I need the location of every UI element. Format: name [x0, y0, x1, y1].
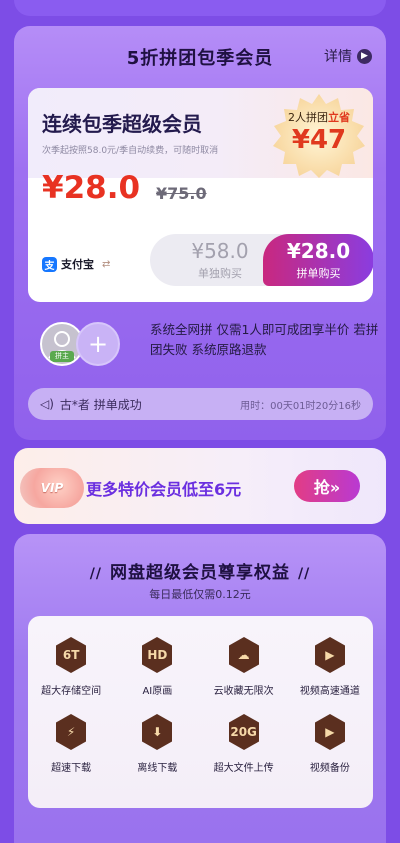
detail-link[interactable]: 详情 ▶: [324, 46, 372, 66]
swap-icon: ⇄: [102, 258, 111, 270]
benefit-label: 超大存储空间: [41, 686, 102, 697]
offer-subtext: 次季起按照58.0元/季自动续费，可随时取消: [42, 146, 219, 156]
detail-label: 详情: [324, 49, 352, 65]
benefit-item[interactable]: ⚡ 超速下载: [28, 713, 114, 774]
cloud-save-icon: ☁: [227, 636, 261, 674]
benefit-item[interactable]: ⬇ 离线下载: [114, 713, 200, 774]
savings-badge: 2人拼团立省 ¥47: [269, 92, 369, 178]
group-members: 拼主 +: [40, 322, 130, 368]
group-rule-text: 系统全网拼 仅需1人即可成团享半价 若拼团失败 系统原路退款: [150, 322, 379, 357]
large-file-icon: 20G: [227, 713, 261, 751]
benefit-label: 超速下载: [51, 763, 92, 774]
benefit-item[interactable]: ☁ 云收藏无限次: [201, 636, 287, 697]
badge-caption: 2人拼团立省: [288, 111, 350, 124]
benefits-panel: //网盘超级会员尊享权益// 每日最低仅需0.12元 6T 超大存储空间 HD AI原…: [14, 534, 386, 843]
alipay-icon: 支: [42, 256, 57, 272]
lightning-icon: ⚡: [54, 713, 88, 751]
offer-card: 连续包季超级会员 次季起按照58.0元/季自动续费，可随时取消 2人拼团立省 ¥…: [28, 88, 373, 302]
payment-method[interactable]: 支 支付宝 ⇄: [42, 256, 110, 272]
benefits-grid: 6T 超大存储空间 HD AI原画 ☁ 云收藏无限次 ▶ 视频高速通道 ⚡ 超速下载 ⬇ 离线下载 20…: [28, 636, 373, 774]
benefit-label: 离线下载: [137, 763, 178, 774]
plus-icon: +: [87, 330, 109, 358]
badge-price: ¥47: [291, 125, 347, 155]
single-price: ¥58.0: [191, 238, 249, 263]
benefits-card: 6T 超大存储空间 HD AI原画 ☁ 云收藏无限次 ▶ 视频高速通道 ⚡ 超速下载 ⬇ 离线下载 20…: [28, 616, 373, 808]
success-ticker: ◁) 古*者 拼单成功 用时：00天01时20分16秒: [28, 388, 373, 420]
benefit-label: 云收藏无限次: [213, 686, 274, 697]
hd-icon: HD: [140, 636, 174, 674]
group-label: 拼单购买: [296, 266, 341, 280]
benefits-title: //网盘超级会员尊享权益//: [89, 563, 311, 583]
promo-text: 更多特价会员低至6元: [86, 480, 242, 499]
current-price: ¥28.0: [42, 170, 141, 206]
offline-download-icon: ⬇: [140, 713, 174, 751]
vip-badge-icon: VIP: [20, 468, 84, 508]
previous-panel-edge: [14, 0, 386, 16]
storage-icon: 6T: [54, 636, 88, 674]
buy-group-button[interactable]: ¥28.0 拼单购买: [263, 234, 373, 286]
benefit-label: 视频备份: [309, 763, 350, 774]
benefit-label: AI原画: [142, 686, 173, 697]
promo-banner[interactable]: VIP 更多特价会员低至6元 抢»: [14, 448, 386, 524]
chevron-right-icon: ▶: [357, 48, 372, 64]
benefit-item[interactable]: ▶ 视频备份: [287, 713, 373, 774]
benefit-item[interactable]: ▶ 视频高速通道: [287, 636, 373, 697]
ticker-time: 用时：00天01时20分16秒: [240, 400, 361, 412]
benefits-subtitle: 每日最低仅需0.12元: [149, 588, 251, 601]
payment-method-label: 支付宝: [61, 258, 94, 271]
video-speed-icon: ▶: [313, 636, 347, 674]
single-label: 单独购买: [198, 266, 242, 280]
benefit-item[interactable]: 6T 超大存储空间: [28, 636, 114, 697]
ticker-message: 古*者 拼单成功: [59, 397, 142, 412]
speaker-icon: ◁): [40, 397, 54, 411]
benefit-item[interactable]: HD AI原画: [114, 636, 200, 697]
invite-member-button[interactable]: +: [76, 322, 120, 366]
owner-tag: 拼主: [50, 351, 74, 362]
original-price: ¥75.0: [156, 184, 207, 203]
benefit-label: 视频高速通道: [299, 686, 360, 697]
video-backup-icon: ▶: [313, 713, 347, 751]
group-buy-panel: 5折拼团包季会员 详情 ▶ 连续包季超级会员 次季起按照58.0元/季自动续费，…: [14, 26, 386, 440]
grab-button[interactable]: 抢»: [294, 470, 360, 502]
benefit-label: 超大文件上传: [213, 763, 274, 774]
group-price: ¥28.0: [286, 238, 351, 263]
page: 5折拼团包季会员 详情 ▶ 连续包季超级会员 次季起按照58.0元/季自动续费，…: [0, 0, 400, 843]
benefit-item[interactable]: 20G 超大文件上传: [201, 713, 287, 774]
offer-heading: 连续包季超级会员: [42, 112, 202, 136]
